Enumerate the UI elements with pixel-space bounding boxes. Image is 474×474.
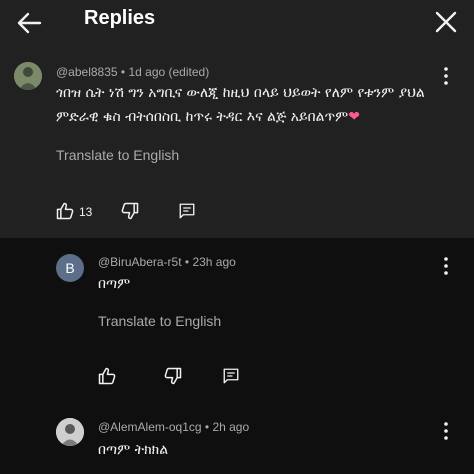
comment-text: ጎበዝ ሴት ነሽ ግን አግቢና ውለጂ ከዚህ በላይ ህይወት የለም የ…: [56, 81, 426, 129]
comment-meta: @abel8835 • 1d ago (edited): [56, 65, 209, 79]
like-count: 13: [79, 205, 93, 219]
comment-meta: @BiruAbera-r5t • 23h ago: [98, 255, 236, 269]
avatar[interactable]: [14, 62, 42, 90]
comment-time: 23h ago: [192, 255, 236, 269]
heart-emoji: ❤: [348, 109, 360, 125]
translate-button[interactable]: Translate to English: [56, 147, 179, 163]
comment-time: 2h ago: [212, 420, 250, 434]
comment-text: በጣም ትክክል: [98, 442, 169, 458]
thumb-up-icon[interactable]: [55, 201, 75, 221]
thumb-down-icon[interactable]: [163, 366, 183, 386]
more-vert-icon[interactable]: [438, 66, 454, 86]
reply-icon[interactable]: [222, 367, 240, 385]
more-vert-icon[interactable]: [438, 256, 454, 276]
thumb-down-icon[interactable]: [120, 201, 140, 221]
comment-author[interactable]: @AlemAlem-oq1cg: [98, 420, 202, 434]
more-vert-icon[interactable]: [438, 421, 454, 441]
avatar-photo-icon: [56, 418, 84, 446]
arrow-left-icon[interactable]: [14, 8, 44, 38]
reply-icon[interactable]: [178, 202, 196, 220]
comment-author[interactable]: @abel8835: [56, 65, 118, 79]
thumb-up-icon[interactable]: [97, 366, 117, 386]
comment-text-content: ጎበዝ ሴት ነሽ ግን አግቢና ውለጂ ከዚህ በላይ ህይወት የለም የ…: [56, 85, 425, 125]
avatar-photo-icon: [14, 62, 42, 90]
comment-author[interactable]: @BiruAbera-r5t: [98, 255, 182, 269]
avatar-letter: B: [65, 260, 75, 276]
close-icon[interactable]: [432, 8, 460, 36]
comment-meta: @AlemAlem-oq1cg • 2h ago: [98, 420, 249, 434]
top-bar: Replies: [0, 0, 474, 48]
translate-button[interactable]: Translate to English: [98, 313, 221, 329]
avatar[interactable]: [56, 418, 84, 446]
comment-time: 1d ago (edited): [128, 65, 210, 79]
comment-text: በጣም: [98, 276, 131, 292]
avatar[interactable]: B: [56, 254, 84, 282]
parent-comment: @abel8835 • 1d ago (edited) ጎበዝ ሴት ነሽ ግን…: [0, 48, 474, 238]
page-title: Replies: [84, 7, 156, 29]
